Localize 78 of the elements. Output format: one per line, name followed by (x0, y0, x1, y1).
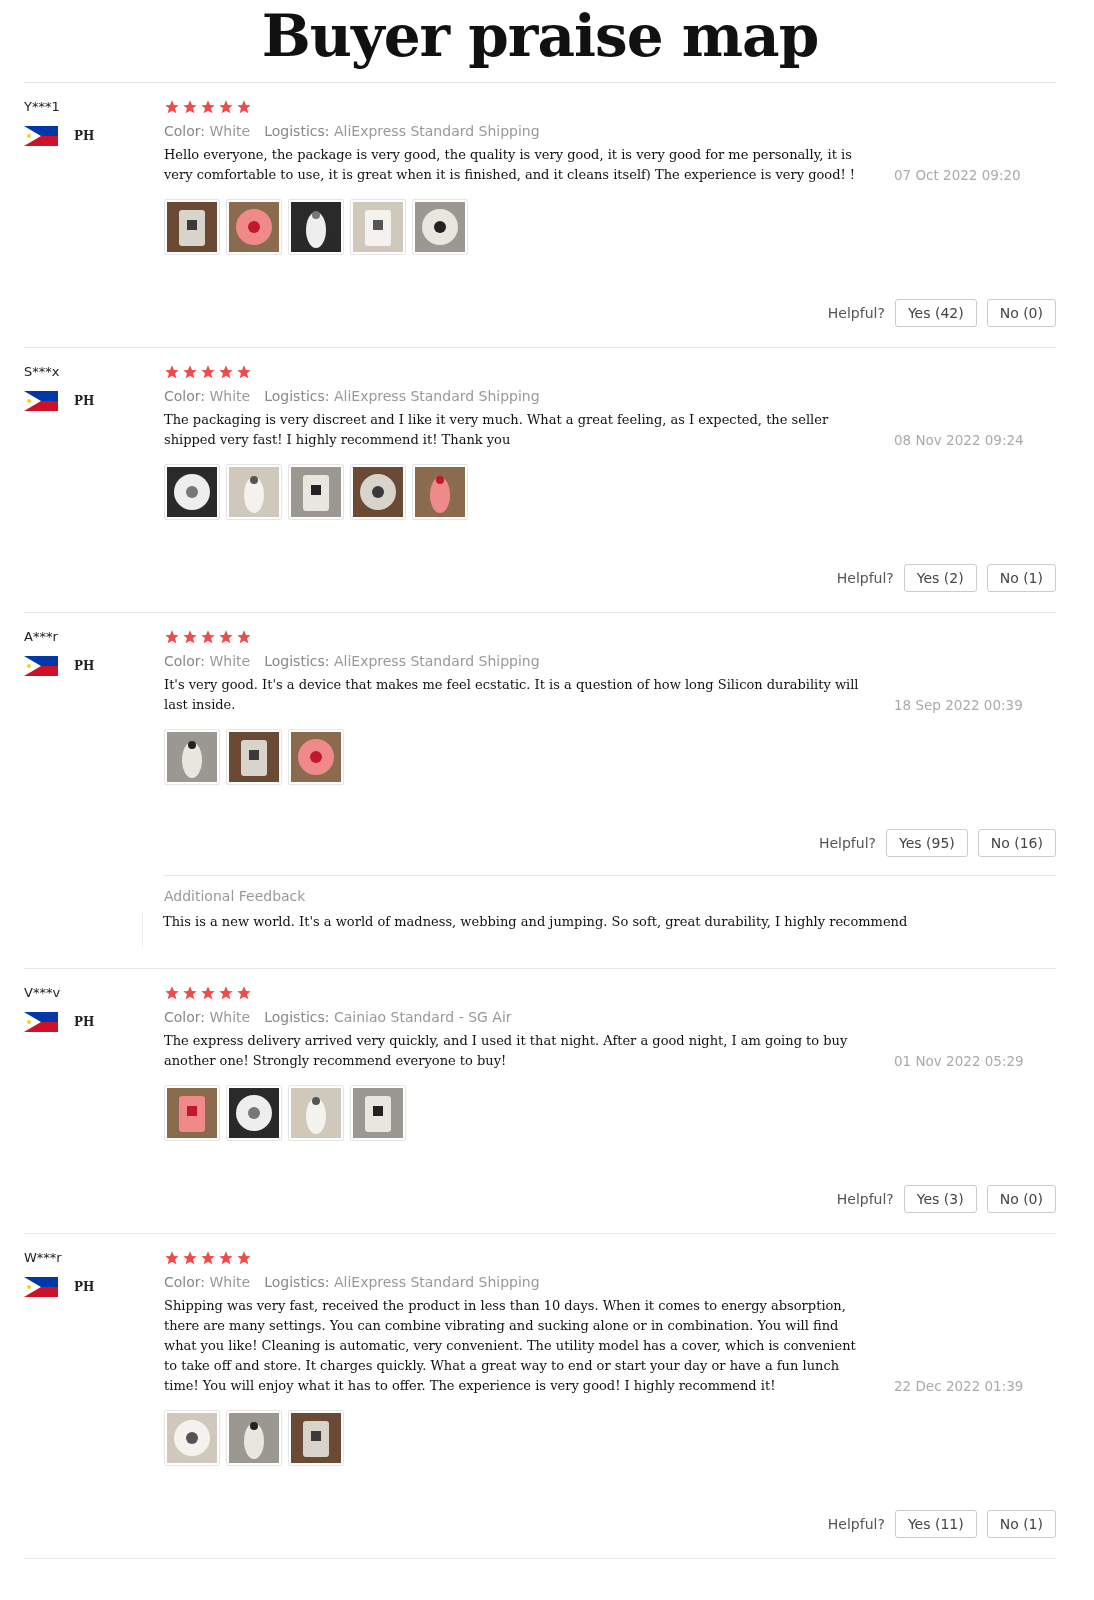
star-icon (236, 99, 252, 115)
no-button[interactable]: No (0) (986, 299, 1056, 327)
review-text: The express delivery arrived very quickly, and I used it that night. After a good night, I am going to buy another one! Strongly recommend everyone to buy! (164, 1032, 849, 1070)
reviewer-name: V***v (24, 985, 62, 1000)
star-icon (164, 1250, 180, 1266)
star-icon (200, 629, 216, 645)
yes-button[interactable]: Yes (95) (885, 829, 968, 857)
review-date: 18 Sep 2022 00:39 (894, 696, 1024, 715)
reviewer-name: A***r (24, 629, 59, 644)
flag-icon (24, 126, 58, 146)
star-icon (236, 629, 252, 645)
helpful-label: Helpful? (818, 835, 876, 851)
no-button[interactable]: No (1) (986, 564, 1056, 592)
no-button[interactable]: No (0) (986, 1185, 1056, 1213)
star-icon (236, 1250, 252, 1266)
country-code: PH (74, 1280, 95, 1294)
review-text: The packaging is very discreet and I like it very much. What a great feeling, as I expected, the seller shipped very fast! I highly recommend it! Thank you (164, 411, 830, 449)
star-icon (182, 99, 198, 115)
logistics-info: Logistics: AliExpress Standard Shipping (264, 653, 540, 669)
star-icon (218, 629, 234, 645)
color-info: Color: White (164, 123, 251, 139)
star-icon (200, 99, 216, 115)
yes-button[interactable]: Yes (42) (894, 299, 977, 327)
star-icon (218, 364, 234, 380)
helpful-label: Helpful? (827, 305, 885, 321)
review-text: Shipping was very fast, received the product in less than 10 days. When it comes to energy absorption, there are many settings. You can combine vibrating and sucking alone or in combination. You will find what you like! Cleaning is automatic, very convenient. The utility model has a cover, which is convenient to take off and store. It charges quickly. What a great way to end or start your day or have a fun lunch time! You will enjoy what it has to offer. The experience is very good! I highly recommend it! (164, 1297, 857, 1395)
star-icon (182, 629, 198, 645)
reviewer-name: W***r (24, 1250, 63, 1265)
star-icon (164, 629, 180, 645)
color-info: Color: White (164, 388, 251, 404)
star-icon (182, 364, 198, 380)
review-text: It's very good. It's a device that makes me feel ecstatic. It is a question of how long Silicon durability will last inside. (164, 676, 860, 714)
country-code: PH (74, 659, 95, 673)
logistics-info: Logistics: AliExpress Standard Shipping (264, 123, 540, 139)
flag-icon (24, 1012, 58, 1032)
star-icon (218, 985, 234, 1001)
helpful-label: Helpful? (827, 1516, 885, 1532)
yes-button[interactable]: Yes (2) (903, 564, 977, 592)
color-info: Color: White (164, 1274, 251, 1290)
star-icon (218, 1250, 234, 1266)
star-icon (218, 99, 234, 115)
feedback-label: Additional Feedback (164, 888, 307, 904)
logistics-info: Logistics: AliExpress Standard Shipping (264, 1274, 540, 1290)
page-title: Buyer praise map (24, 0, 1056, 83)
logistics-info: Logistics: AliExpress Standard Shipping (264, 388, 540, 404)
star-icon (182, 1250, 198, 1266)
star-icon (200, 364, 216, 380)
country-code: PH (74, 1015, 95, 1029)
color-info: Color: White (164, 1009, 251, 1025)
reviewer-name: Y***1 (24, 99, 61, 114)
helpful-label: Helpful? (836, 1191, 894, 1207)
feedback-text: This is a new world. It's a world of madness, webbing and jumping. So soft, great durability, I highly recommend (142, 912, 1056, 948)
review-text: Hello everyone, the package is very good, the quality is very good, it is very good for me personally, it is very comfortable to use, it is great when it is finished, and it cleans itself) The experience is very good! ! (164, 146, 857, 184)
no-button[interactable]: No (16) (977, 829, 1056, 857)
logistics-info: Logistics: Cainiao Standard - SG Air (264, 1009, 512, 1025)
color-info: Color: White (164, 653, 251, 669)
star-icon (236, 985, 252, 1001)
no-button[interactable]: No (1) (986, 1510, 1056, 1538)
star-icon (236, 364, 252, 380)
yes-button[interactable]: Yes (11) (894, 1510, 977, 1538)
flag-icon (24, 391, 58, 411)
review-date: 08 Nov 2022 09:24 (894, 431, 1024, 450)
review-date: 22 Dec 2022 01:39 (894, 1377, 1024, 1396)
star-icon (164, 99, 180, 115)
star-icon (182, 985, 198, 1001)
review-date: 07 Oct 2022 09:20 (894, 166, 1022, 185)
review-date: 01 Nov 2022 05:29 (894, 1052, 1024, 1071)
star-icon (200, 1250, 216, 1266)
star-icon (164, 364, 180, 380)
star-icon (200, 985, 216, 1001)
country-code: PH (74, 129, 95, 143)
helpful-label: Helpful? (836, 570, 894, 586)
flag-icon (24, 656, 58, 676)
star-icon (164, 985, 180, 1001)
reviewer-name: S***x (24, 364, 61, 379)
country-code: PH (74, 394, 95, 408)
flag-icon (24, 1277, 58, 1297)
yes-button[interactable]: Yes (3) (903, 1185, 977, 1213)
